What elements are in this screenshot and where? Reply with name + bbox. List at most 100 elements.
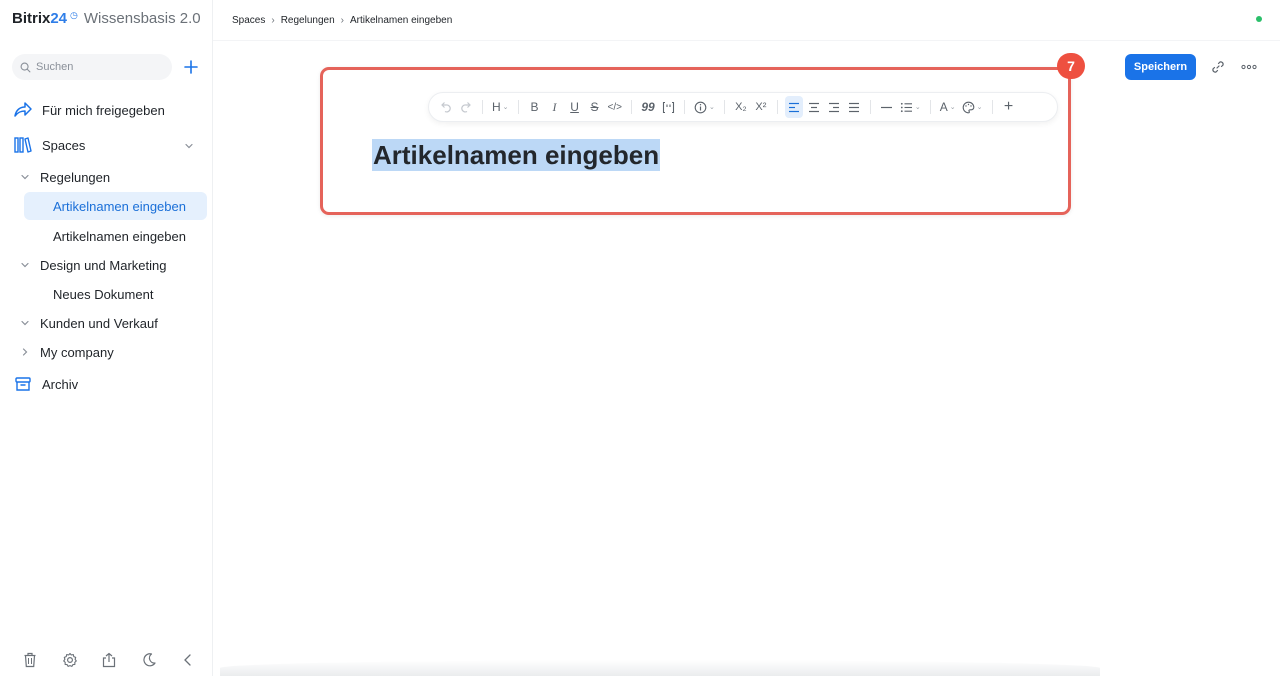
align-justify-button[interactable] — [845, 96, 863, 118]
brand-logo[interactable]: Bitrix 24 ◷ Wissensbasis 2.0 — [12, 10, 201, 32]
tree-label: Artikelnamen eingeben — [53, 198, 186, 214]
export-icon[interactable] — [97, 648, 121, 672]
background-color-dropdown[interactable]: ⌄ — [960, 96, 985, 118]
align-right-button[interactable] — [825, 96, 843, 118]
nav-archive[interactable]: Archiv — [12, 371, 78, 397]
toolbar-divider — [723, 100, 725, 114]
chevron-down-icon — [18, 170, 32, 184]
gear-icon[interactable] — [58, 648, 82, 672]
insert-button[interactable]: + — [1000, 96, 1018, 118]
chevron-down-icon — [18, 316, 32, 330]
undo-button[interactable] — [437, 96, 455, 118]
heading-dropdown[interactable]: H ⌄ — [490, 96, 511, 118]
subscript-button[interactable]: X₂ — [732, 96, 750, 118]
link-icon — [1212, 61, 1224, 73]
text-color-dropdown[interactable]: A ⌄ — [938, 96, 958, 118]
search-icon — [20, 62, 31, 72]
tree-label: Regelungen — [40, 169, 111, 185]
moon-icon[interactable] — [137, 648, 161, 672]
toolbar-divider — [991, 100, 993, 114]
breadcrumb: Spaces › Regelungen › Artikelnamen einge… — [232, 13, 452, 27]
chevron-down-icon[interactable] — [182, 139, 196, 153]
redo-icon — [461, 102, 471, 113]
align-left-icon — [788, 102, 799, 112]
product-name: Wissensbasis 2.0 — [83, 10, 201, 27]
clock-icon: ◷ — [70, 10, 78, 20]
more-options-button[interactable] — [1239, 58, 1259, 76]
sidebar: Bitrix 24 ◷ Wissensbasis 2.0 Für mich fr… — [0, 0, 213, 676]
tree-folder-kunden[interactable]: Kunden und Verkauf — [18, 310, 158, 336]
tree-folder-regelungen[interactable]: Regelungen — [18, 164, 110, 190]
tree-doc[interactable]: Neues Dokument — [24, 280, 207, 308]
redo-button[interactable] — [457, 96, 475, 118]
bottom-shadow — [220, 660, 1100, 676]
breadcrumb-item[interactable]: Regelungen — [281, 15, 335, 26]
chevron-down-icon — [18, 258, 32, 272]
breadcrumb-item[interactable]: Spaces — [232, 15, 265, 26]
palette-icon — [962, 101, 975, 113]
library-icon — [12, 134, 34, 156]
nav-spaces[interactable]: Spaces — [12, 132, 85, 158]
header-divider — [213, 40, 1280, 41]
add-button[interactable] — [182, 58, 200, 76]
tree-doc[interactable]: Artikelnamen eingeben — [24, 222, 207, 250]
tree-doc-active[interactable]: Artikelnamen eingeben — [24, 192, 207, 220]
quote-button[interactable]: 99 — [639, 96, 657, 118]
align-center-icon — [808, 102, 819, 112]
share-icon — [12, 99, 34, 121]
undo-icon — [441, 102, 451, 113]
nav-label: Archiv — [42, 376, 79, 392]
info-block-dropdown[interactable]: ⌄ — [692, 96, 717, 118]
heading-label: H — [492, 100, 501, 114]
underline-button[interactable]: U — [566, 96, 584, 118]
step-badge: 7 — [1057, 53, 1085, 79]
tree-folder-my-company[interactable]: My company — [18, 339, 114, 365]
nav-shared-with-me[interactable]: Für mich freigegeben — [12, 97, 165, 123]
toolbar-divider — [684, 100, 686, 114]
toolbar-divider — [631, 100, 633, 114]
chevron-down-icon: ⌄ — [914, 104, 921, 111]
toolbar-divider — [776, 100, 778, 114]
bullet-list-icon — [900, 102, 912, 112]
align-left-button[interactable] — [784, 96, 803, 118]
strikethrough-button[interactable]: S — [586, 96, 604, 118]
chevron-down-icon: ⌄ — [949, 104, 956, 111]
code-button[interactable]: </> — [606, 96, 624, 118]
collapse-icon[interactable] — [176, 648, 200, 672]
nav-label: Für mich freigegeben — [42, 102, 165, 118]
toolbar-divider — [517, 100, 519, 114]
tree-label: Design und Marketing — [40, 257, 167, 273]
horizontal-rule-icon — [881, 106, 893, 108]
brand-name: Bitrix — [12, 10, 51, 27]
plus-icon — [184, 60, 198, 74]
tree-label: My company — [40, 344, 114, 360]
toolbar-divider — [929, 100, 931, 114]
chevron-right-icon: › — [340, 14, 344, 26]
code-block-button[interactable] — [659, 96, 677, 118]
sidebar-footer — [18, 648, 208, 672]
archive-icon — [12, 373, 34, 395]
search-input[interactable] — [36, 61, 156, 73]
online-status-indicator — [1256, 16, 1262, 22]
horizontal-rule-button[interactable] — [878, 96, 896, 118]
superscript-button[interactable]: X² — [752, 96, 770, 118]
more-icon — [1241, 64, 1257, 70]
trash-icon[interactable] — [18, 648, 42, 672]
list-dropdown[interactable]: ⌄ — [898, 96, 923, 118]
chevron-down-icon: ⌄ — [976, 104, 983, 111]
breadcrumb-item[interactable]: Artikelnamen eingeben — [350, 15, 452, 26]
bold-button[interactable]: B — [526, 96, 544, 118]
save-button[interactable]: Speichern — [1125, 54, 1196, 80]
align-center-button[interactable] — [805, 96, 823, 118]
align-justify-icon — [848, 102, 859, 112]
toolbar-divider — [869, 100, 871, 114]
copy-link-button[interactable] — [1209, 58, 1227, 76]
align-right-icon — [828, 102, 839, 112]
text-color-label: A — [939, 100, 948, 114]
italic-button[interactable]: I — [546, 96, 564, 118]
document-title[interactable]: Artikelnamen eingeben — [372, 139, 661, 171]
brand-number: 24 — [50, 10, 68, 27]
code-block-icon — [662, 101, 674, 113]
tree-folder-design[interactable]: Design und Marketing — [18, 252, 166, 278]
tree-label: Artikelnamen eingeben — [53, 228, 186, 244]
